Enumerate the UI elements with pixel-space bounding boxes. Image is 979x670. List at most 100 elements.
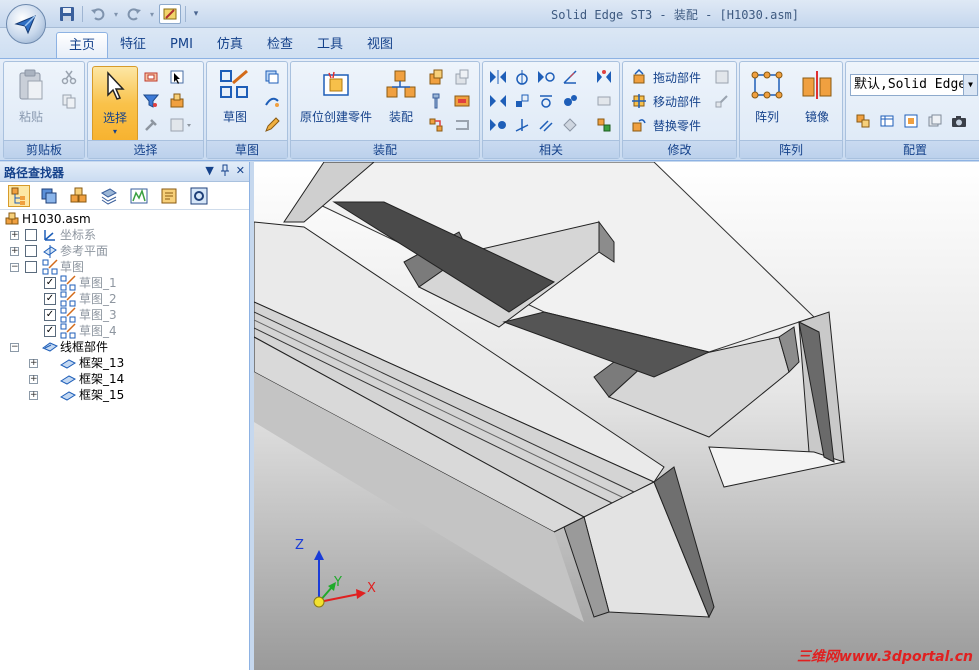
pathfinder-title: 路径查找器 xyxy=(4,166,65,180)
relationship-assistant-icon[interactable] xyxy=(593,114,615,136)
insert-component-icon[interactable] xyxy=(425,66,447,88)
drag-component-button[interactable]: 拖动部件 xyxy=(629,66,701,88)
visibility-checkbox[interactable] xyxy=(25,245,37,257)
mate-icon[interactable] xyxy=(487,66,509,88)
sketch-icon xyxy=(60,307,76,323)
project-icon[interactable] xyxy=(261,66,283,88)
cut-icon[interactable] xyxy=(58,66,80,88)
visibility-checkbox[interactable]: ✓ xyxy=(44,277,56,289)
expand-icon[interactable]: + xyxy=(29,375,38,384)
application-button[interactable] xyxy=(6,4,46,44)
tab-view[interactable]: 视图 xyxy=(355,32,405,58)
wire-gray-icon[interactable] xyxy=(451,114,473,136)
pencil-icon[interactable] xyxy=(261,114,283,136)
expand-icon[interactable]: + xyxy=(10,231,19,240)
sensors-icon[interactable] xyxy=(98,185,120,207)
pipe-icon[interactable] xyxy=(425,114,447,136)
select-button[interactable]: 选择 ▾ xyxy=(92,66,138,142)
include-icon[interactable] xyxy=(261,90,283,112)
config-save-icon[interactable] xyxy=(900,110,922,132)
match-coordinate-icon[interactable] xyxy=(511,114,533,136)
selection-set-icon[interactable] xyxy=(166,114,196,136)
expand-icon[interactable]: + xyxy=(10,247,19,256)
visibility-checkbox[interactable]: ✓ xyxy=(44,325,56,337)
tree-node-sketch-item[interactable]: ✓ 草图_2 xyxy=(0,291,249,307)
config-table-icon[interactable] xyxy=(876,110,898,132)
connect-icon[interactable] xyxy=(593,66,615,88)
center-plane-icon[interactable] xyxy=(535,114,557,136)
tree-node-coordinate-systems[interactable]: + 坐标系 xyxy=(0,227,249,243)
modify-gray-icon-2[interactable] xyxy=(711,90,733,112)
cam-icon[interactable] xyxy=(487,114,509,136)
visibility-checkbox[interactable] xyxy=(25,229,37,241)
tab-features[interactable]: 特征 xyxy=(108,32,158,58)
tree-node-sketches[interactable]: − 草图 xyxy=(0,259,249,275)
mirror-button[interactable]: 镜像 xyxy=(794,66,840,138)
expand-icon[interactable]: + xyxy=(29,359,38,368)
tangent-icon[interactable] xyxy=(535,90,557,112)
expand-icon[interactable]: + xyxy=(29,391,38,400)
select-group: 选择 ▾ 选择 xyxy=(87,61,204,159)
tree-node-sketch-item[interactable]: ✓ 草图_1 xyxy=(0,275,249,291)
select-tools-icon[interactable] xyxy=(140,66,162,88)
tree-node-wireframe[interactable]: − 线框部件 xyxy=(0,339,249,355)
copy-icon[interactable] xyxy=(58,90,80,112)
assembly-gray-icon[interactable] xyxy=(451,66,473,88)
replace-part-button[interactable]: 替换零件 xyxy=(629,114,701,136)
select-inside-icon[interactable] xyxy=(166,90,188,112)
create-in-place-button[interactable]: 原位创建零件 xyxy=(293,66,379,138)
modify-gray-icon-1[interactable] xyxy=(711,66,733,88)
insert-relate-icon[interactable] xyxy=(487,90,509,112)
close-icon[interactable]: ✕ xyxy=(236,164,245,179)
visibility-checkbox[interactable] xyxy=(25,261,37,273)
panel-menu-icon[interactable]: ▼ xyxy=(205,164,213,179)
graphics-viewport[interactable]: Z Y X 三维网www.3dportal.cn xyxy=(254,162,979,670)
pattern-button[interactable]: 阵列 xyxy=(744,66,790,138)
assemble-button[interactable]: 装配 xyxy=(381,66,421,138)
pattern-icon xyxy=(750,68,784,102)
tree-node-root[interactable]: H1030.asm xyxy=(0,211,249,227)
pin-icon[interactable] xyxy=(220,164,230,179)
configuration-select[interactable]: 默认,Solid Edge ▼ xyxy=(850,74,978,96)
move-component-button[interactable]: 移动部件 xyxy=(629,90,701,112)
layers-icon[interactable] xyxy=(38,185,60,207)
feature-library-icon[interactable] xyxy=(188,185,210,207)
parts-library-icon[interactable] xyxy=(68,185,90,207)
fastener-icon[interactable] xyxy=(425,90,447,112)
visibility-checkbox[interactable]: ✓ xyxy=(44,293,56,305)
tree-node-sketch-item[interactable]: ✓ 草图_4 xyxy=(0,323,249,339)
tab-pmi[interactable]: PMI xyxy=(158,32,205,58)
tree-node-sketch-item[interactable]: ✓ 草图_3 xyxy=(0,307,249,323)
tools-gray-icon[interactable] xyxy=(140,114,162,136)
config-copy-icon[interactable] xyxy=(924,110,946,132)
tree-node-frame[interactable]: + 框架_14 xyxy=(0,371,249,387)
config-display-icon[interactable] xyxy=(852,110,874,132)
collapse-icon[interactable]: − xyxy=(10,343,19,352)
gear-relation-icon[interactable] xyxy=(559,90,581,112)
angle-icon[interactable] xyxy=(559,66,581,88)
tab-inspect[interactable]: 检查 xyxy=(255,32,305,58)
tree-node-frame[interactable]: + 框架_13 xyxy=(0,355,249,371)
camera-icon[interactable] xyxy=(948,110,970,132)
tab-home[interactable]: 主页 xyxy=(56,32,109,58)
filter-icon[interactable] xyxy=(140,90,162,112)
rigid-set-icon[interactable] xyxy=(559,114,581,136)
x-axis-label: X xyxy=(367,581,376,596)
frame-icon[interactable] xyxy=(451,90,473,112)
collapse-icon[interactable]: − xyxy=(10,263,19,272)
parallel-icon[interactable] xyxy=(511,90,533,112)
quick-pick-icon[interactable] xyxy=(166,66,188,88)
sketch-button[interactable]: 草图 xyxy=(211,66,259,138)
visibility-checkbox[interactable]: ✓ xyxy=(44,309,56,321)
tree-node-frame[interactable]: + 框架_15 xyxy=(0,387,249,403)
planar-align-icon[interactable] xyxy=(535,66,557,88)
assembly-pathfinder-icon[interactable] xyxy=(8,184,30,207)
alternate-assemblies-icon[interactable] xyxy=(158,185,180,207)
paste-button[interactable]: 粘贴 xyxy=(8,66,54,138)
tab-tools[interactable]: 工具 xyxy=(305,32,355,58)
relate-gray-icon[interactable] xyxy=(593,90,615,112)
tab-simulation[interactable]: 仿真 xyxy=(205,32,255,58)
tree-node-reference-planes[interactable]: + 参考平面 xyxy=(0,243,249,259)
select-tools-panel-icon[interactable] xyxy=(128,185,150,207)
axial-align-icon[interactable] xyxy=(511,66,533,88)
